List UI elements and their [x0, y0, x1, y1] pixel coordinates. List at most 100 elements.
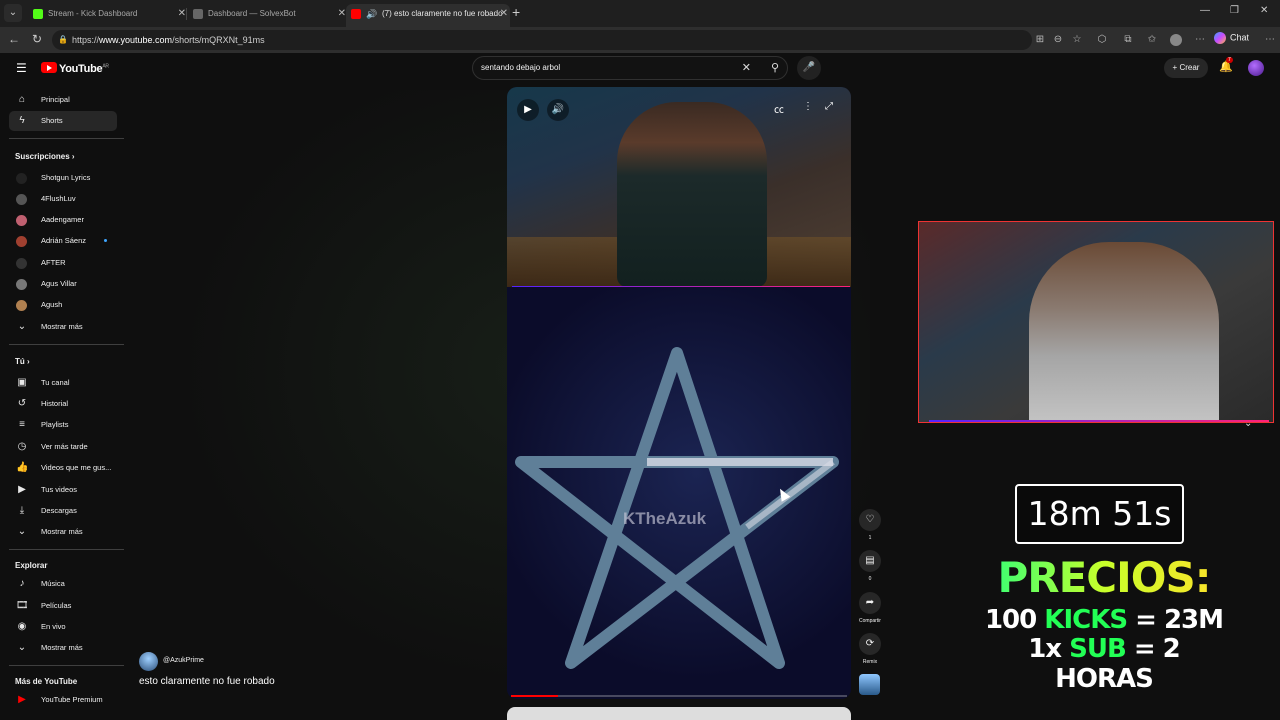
- show-more-subs[interactable]: ⌄ Mostrar más: [9, 317, 117, 337]
- sidebar-item-label: Tus videos: [41, 485, 77, 494]
- new-tab-icon[interactable]: +: [512, 4, 520, 20]
- sidebar-sub-item[interactable]: 4FlushLuv: [9, 189, 117, 209]
- you-header[interactable]: Tú ›: [15, 357, 30, 366]
- maximize-icon[interactable]: ❐: [1230, 5, 1239, 16]
- sidebar-item-en-vivo[interactable]: ◉ En vivo: [9, 617, 117, 637]
- remix-label: Remix: [862, 659, 878, 665]
- reload-icon[interactable]: ↻: [32, 32, 42, 46]
- sidebar-item-label: Principal: [41, 95, 70, 104]
- app-icon[interactable]: ⊞: [1034, 34, 1046, 46]
- sidebar-item-label: Descargas: [41, 506, 77, 515]
- copilot-chat-button[interactable]: Chat: [1214, 32, 1249, 44]
- shorts-player[interactable]: ▶ 🔊 ㏄ ⋮ ⤢ KTheAzuk: [507, 87, 851, 699]
- home-icon: ⌂: [18, 94, 26, 105]
- sidebar-item-playlists[interactable]: ≡ Playlists: [9, 415, 117, 435]
- sidebar-item-label: Playlists: [41, 420, 69, 429]
- tab-close-icon[interactable]: ✕: [178, 4, 186, 24]
- close-window-icon[interactable]: ✕: [1260, 5, 1268, 16]
- address-bar-row: ← ↻ 🔒 https://www.youtube.com/shorts/mQR…: [0, 27, 1280, 53]
- sidebar-item-historial[interactable]: ↺ Historial: [9, 394, 117, 414]
- share-action[interactable]: ➦ Compartir: [859, 592, 881, 624]
- channel-name[interactable]: @AzukPrime: [163, 657, 204, 664]
- tab-title: (7) esto claramente no fue robado: [382, 9, 503, 18]
- like-action[interactable]: ♡ 1: [859, 509, 881, 541]
- captions-icon[interactable]: ㏄: [774, 101, 784, 116]
- short-title: esto claramente no fue robado: [139, 676, 275, 687]
- fullscreen-icon[interactable]: ⤢: [825, 101, 833, 112]
- sidebar-item-principal[interactable]: ⌂ Principal: [9, 90, 117, 110]
- sidebar-sub-item[interactable]: Aadengamer: [9, 210, 117, 230]
- sidebar-sub-item[interactable]: Agus Villar: [9, 274, 117, 294]
- back-icon[interactable]: ←: [8, 32, 20, 46]
- volume-icon[interactable]: 🔊: [547, 99, 569, 121]
- speaker-icon[interactable]: 🔊: [366, 4, 377, 24]
- create-label: Crear: [1179, 63, 1200, 72]
- sidebar-item-label: 4FlushLuv: [41, 194, 76, 203]
- sidebar-sub-item[interactable]: Agush: [9, 295, 117, 315]
- heart-icon[interactable]: ♡: [859, 509, 881, 531]
- chevron-down-icon: ⌄: [1244, 418, 1253, 429]
- search-icon[interactable]: ⚲: [771, 57, 779, 79]
- browser-tab-solvexbot[interactable]: Dashboard — SolvexBot ✕: [188, 4, 348, 24]
- youtube-logo[interactable]: YouTubeAR: [41, 62, 109, 75]
- url-domain: www.youtube.com: [99, 35, 173, 45]
- sidebar-item-shorts[interactable]: ϟ Shorts: [9, 111, 117, 131]
- favorites-icon[interactable]: ✩: [1146, 34, 1158, 46]
- sidebar-item-premium[interactable]: ▶ YouTube Premium: [9, 690, 117, 710]
- url-field[interactable]: 🔒 https://www.youtube.com/shorts/mQRXNt_…: [52, 30, 1032, 50]
- sidebar-item-musica[interactable]: ♪ Música: [9, 574, 117, 594]
- favorite-star-icon[interactable]: ☆: [1071, 34, 1083, 46]
- browser-tab-youtube[interactable]: 🔊 (7) esto claramente no fue robado ✕: [346, 4, 510, 27]
- sidebar-item-tu-canal[interactable]: ▣ Tu canal: [9, 373, 117, 393]
- comment-action[interactable]: ▤ 0: [859, 550, 881, 582]
- share-icon[interactable]: ➦: [859, 592, 881, 614]
- show-more-you[interactable]: ⌄ Mostrar más: [9, 522, 117, 542]
- youtube-premium-icon: ▶: [18, 694, 26, 705]
- stream-timer: 18m 51s: [1015, 484, 1184, 544]
- subscriptions-header[interactable]: Suscripciones ›: [15, 152, 75, 161]
- sidebar-item-liked[interactable]: 👍 Videos que me gus...: [9, 458, 117, 478]
- sidebar-item-downloads[interactable]: ⤓ Descargas: [9, 501, 117, 521]
- sidebar-sub-item[interactable]: AFTER: [9, 253, 117, 273]
- extension-icon[interactable]: ⬡: [1096, 34, 1108, 46]
- sound-avatar[interactable]: [859, 674, 880, 695]
- create-button[interactable]: + Crear: [1164, 58, 1208, 78]
- account-avatar[interactable]: [1248, 60, 1264, 76]
- next-short-preview[interactable]: [507, 707, 851, 720]
- browser-menu-icon[interactable]: ⋯: [1264, 34, 1276, 46]
- logo-region: AR: [102, 63, 109, 70]
- sidebar-sub-item[interactable]: Adrián Sáenz: [9, 231, 117, 251]
- profile-icon[interactable]: [1170, 34, 1182, 46]
- notifications-icon[interactable]: 🔔 7: [1219, 57, 1233, 73]
- split-screen-icon[interactable]: ⧉: [1122, 34, 1134, 46]
- section-title: Tú: [15, 357, 25, 366]
- sidebar-item-peliculas[interactable]: 🎞 Películas: [9, 596, 117, 616]
- channel-avatar: [16, 215, 27, 226]
- sidebar-item-your-videos[interactable]: ▶ Tus videos: [9, 480, 117, 500]
- remix-icon[interactable]: ⟳: [859, 633, 881, 655]
- progress-bar[interactable]: [511, 695, 847, 697]
- more-icon[interactable]: ⋯: [1194, 34, 1206, 46]
- comment-icon[interactable]: ▤: [859, 550, 881, 572]
- price-line-sub: 1x SUB = 2 HORAS: [1028, 634, 1181, 694]
- play-icon[interactable]: ▶: [517, 99, 539, 121]
- video-icon: ▶: [18, 484, 26, 495]
- sidebar-sub-item[interactable]: Shotgun Lyrics: [9, 168, 117, 188]
- zoom-icon[interactable]: ⊖: [1052, 34, 1064, 46]
- tab-close-icon[interactable]: ✕: [338, 4, 346, 24]
- sidebar-item-label: Mostrar más: [41, 322, 83, 331]
- remix-action[interactable]: ⟳ Remix: [859, 633, 881, 665]
- browser-tab-kick[interactable]: Stream - Kick Dashboard ✕: [28, 4, 188, 24]
- minimize-icon[interactable]: —: [1200, 5, 1210, 16]
- search-input[interactable]: sentando debajo arbol ✕ ⚲: [472, 56, 788, 80]
- microphone-icon[interactable]: 🎤: [797, 56, 821, 80]
- more-options-icon[interactable]: ⋮: [803, 101, 813, 112]
- tab-close-icon[interactable]: ✕: [500, 4, 508, 24]
- sidebar-item-watch-later[interactable]: ◷ Ver más tarde: [9, 437, 117, 457]
- channel-avatar[interactable]: [139, 652, 158, 671]
- tab-actions-menu-icon[interactable]: ⌄: [4, 4, 22, 22]
- menu-icon[interactable]: ☰: [16, 61, 27, 75]
- streamer-figure: [1029, 242, 1219, 422]
- show-more-explore[interactable]: ⌄ Mostrar más: [9, 638, 117, 658]
- clear-search-icon[interactable]: ✕: [742, 57, 751, 79]
